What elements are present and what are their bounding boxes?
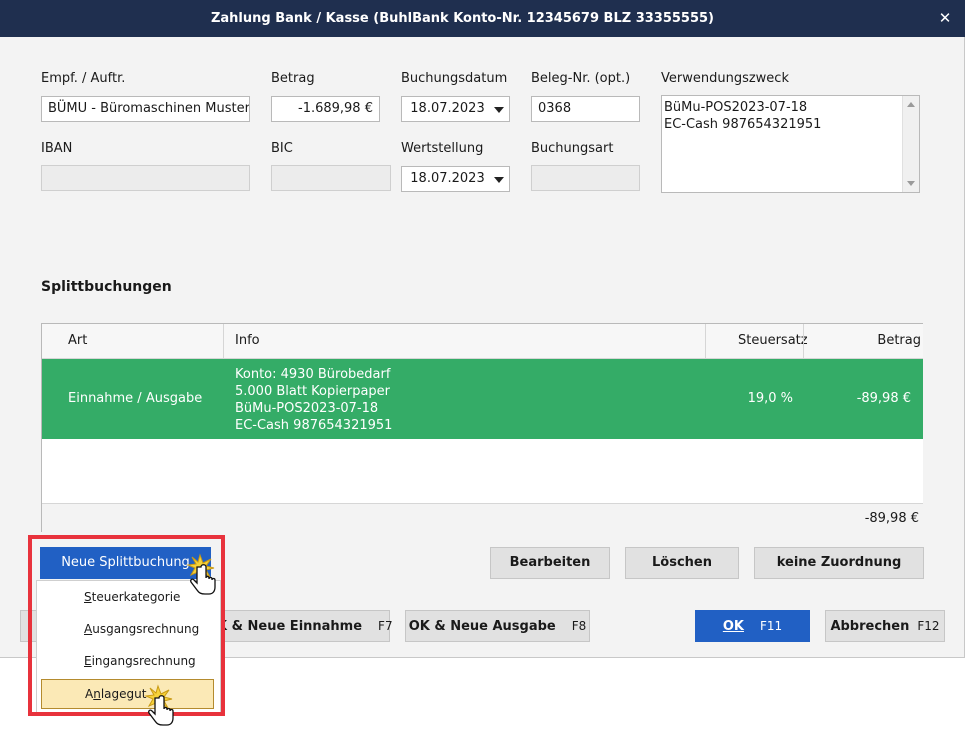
iban-label: IBAN xyxy=(41,141,73,156)
scroll-down-icon[interactable] xyxy=(907,181,915,186)
row-art: Einnahme / Ausgabe xyxy=(68,391,203,406)
betrag-label: Betrag xyxy=(271,71,315,86)
column-header-art[interactable]: Art xyxy=(68,324,87,358)
ok-neue-einnahme-button[interactable]: OK & Neue Einnahme F7 xyxy=(205,610,393,642)
ok-neue-ausgabe-label: OK & Neue Ausgabe xyxy=(408,619,556,634)
beleg-field[interactable]: 0368 xyxy=(531,96,640,122)
column-divider[interactable] xyxy=(223,324,224,358)
table-header: Art Info Steuersatz Betrag xyxy=(42,324,923,359)
table-row[interactable]: Einnahme / Ausgabe Konto: 4930 Bürobedar… xyxy=(42,359,923,439)
close-icon[interactable]: ✕ xyxy=(925,0,965,37)
loeschen-button[interactable]: Löschen xyxy=(625,547,739,579)
wertstellung-value: 18.07.2023 xyxy=(410,171,485,186)
empf-label: Empf. / Auftr. xyxy=(41,71,126,86)
shortcut-f12: F12 xyxy=(917,619,940,633)
ok-label: OK xyxy=(722,619,744,634)
buchungsdatum-value: 18.07.2023 xyxy=(410,101,485,116)
row-info-line: EC-Cash 987654321951 xyxy=(235,418,393,433)
verwendungszweck-line: BüMu-POS2023-07-18 xyxy=(664,100,808,115)
shortcut-f7: F7 xyxy=(378,619,393,633)
verwendungszweck-textarea[interactable]: BüMu-POS2023-07-18 EC-Cash 987654321951 xyxy=(661,95,920,193)
verwendungszweck-line: EC-Cash 987654321951 xyxy=(664,117,822,132)
bic-field[interactable] xyxy=(271,165,391,191)
abbrechen-label: Abbrechen xyxy=(830,619,910,634)
buchungsdatum-dropdown[interactable]: 18.07.2023 xyxy=(401,96,510,122)
verwendungszweck-label: Verwendungszweck xyxy=(661,71,789,86)
hand-cursor-icon xyxy=(144,684,174,726)
row-steuersatz: 19,0 % xyxy=(747,391,793,406)
title-bar: Zahlung Bank / Kasse (BuhlBank Konto-Nr.… xyxy=(0,0,965,37)
shortcut-f8: F8 xyxy=(571,619,587,633)
buchungsdatum-label: Buchungsdatum xyxy=(401,71,508,86)
row-info-line: Konto: 4930 Bürobedarf xyxy=(235,367,391,382)
wertstellung-dropdown[interactable]: 18.07.2023 xyxy=(401,166,510,192)
bic-label: BIC xyxy=(271,141,293,156)
chevron-down-icon[interactable] xyxy=(494,107,504,113)
buchungsart-field[interactable] xyxy=(531,165,640,191)
empf-field[interactable]: BÜMU - Büromaschinen Musters xyxy=(41,96,250,122)
total-amount: -89,98 € xyxy=(864,511,919,526)
scrollbar[interactable] xyxy=(902,96,919,192)
column-header-betrag[interactable]: Betrag xyxy=(877,324,921,358)
shortcut-f11: F11 xyxy=(759,619,783,633)
iban-field[interactable] xyxy=(41,165,250,191)
column-divider[interactable] xyxy=(705,324,706,358)
beleg-label: Beleg-Nr. (opt.) xyxy=(531,71,631,86)
column-header-steuersatz[interactable]: Steuersatz xyxy=(738,324,808,358)
buchungsart-label: Buchungsart xyxy=(531,141,614,156)
column-divider[interactable] xyxy=(803,324,804,358)
hand-cursor-icon xyxy=(186,553,216,595)
betrag-field[interactable]: -1.689,98 € xyxy=(271,96,380,122)
row-betrag: -89,98 € xyxy=(856,391,911,406)
splittbuchungen-heading: Splittbuchungen xyxy=(41,279,172,295)
chevron-down-icon[interactable] xyxy=(494,177,504,183)
column-header-info[interactable]: Info xyxy=(235,324,260,358)
split-table: Art Info Steuersatz Betrag Einnahme / Au… xyxy=(41,323,923,532)
row-info-line: 5.000 Blatt Kopierpaper xyxy=(235,384,391,399)
keine-zuordnung-button[interactable]: keine Zuordnung xyxy=(754,547,924,579)
wertstellung-label: Wertstellung xyxy=(401,141,484,156)
ok-button[interactable]: OK F11 xyxy=(695,610,810,642)
bearbeiten-button[interactable]: Bearbeiten xyxy=(490,547,610,579)
ok-neue-einnahme-label: OK & Neue Einnahme xyxy=(206,619,363,634)
scroll-up-icon[interactable] xyxy=(907,102,915,107)
ok-neue-ausgabe-button[interactable]: OK & Neue Ausgabe F8 xyxy=(405,610,590,642)
abbrechen-button[interactable]: Abbrechen F12 xyxy=(825,610,945,642)
row-info: Konto: 4930 Bürobedarf 5.000 Blatt Kopie… xyxy=(235,366,392,434)
row-info-line: BüMu-POS2023-07-18 xyxy=(235,401,379,416)
table-footer: -89,98 € xyxy=(42,503,923,532)
window-title: Zahlung Bank / Kasse (BuhlBank Konto-Nr.… xyxy=(210,11,715,26)
